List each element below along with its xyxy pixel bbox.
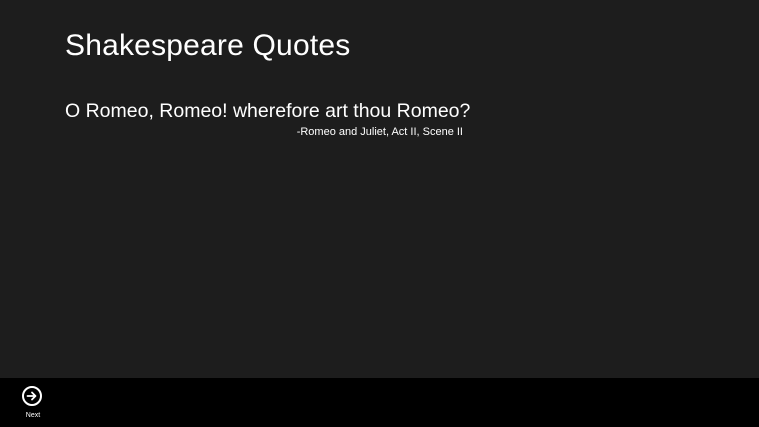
next-button-label: Next: [25, 412, 41, 419]
quote-block: O Romeo, Romeo! wherefore art thou Romeo…: [65, 98, 471, 139]
app-window: Shakespeare Quotes O Romeo, Romeo! where…: [0, 0, 759, 427]
quote-text: O Romeo, Romeo! wherefore art thou Romeo…: [65, 100, 471, 122]
main-content: Shakespeare Quotes O Romeo, Romeo! where…: [0, 0, 759, 378]
page-title: Shakespeare Quotes: [65, 29, 351, 62]
arrow-right-circle-icon: [22, 386, 42, 406]
quote-source: -Romeo and Juliet, Act II, Scene II: [296, 126, 463, 138]
app-bar: Next: [0, 378, 759, 427]
next-button[interactable]: Next: [15, 385, 51, 425]
